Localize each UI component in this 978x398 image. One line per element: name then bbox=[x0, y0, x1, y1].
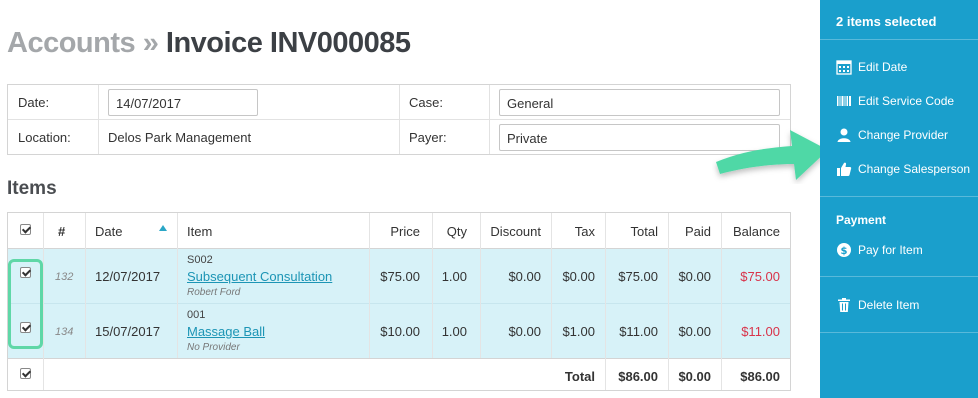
row-date: 15/07/2017 bbox=[95, 324, 161, 339]
row-id: 132 bbox=[55, 271, 74, 283]
column-divider bbox=[668, 213, 669, 390]
row-total: $11.00 bbox=[619, 324, 658, 339]
user-icon bbox=[837, 128, 851, 142]
item-link[interactable]: Subsequent Consultation bbox=[187, 269, 332, 284]
thumbs-up-icon bbox=[837, 162, 852, 176]
item-provider: Robert Ford bbox=[187, 287, 241, 298]
row-tax: $1.00 bbox=[562, 324, 595, 339]
action-label: Change Salesperson bbox=[858, 162, 971, 176]
item-link[interactable]: Massage Ball bbox=[187, 324, 265, 339]
row-discount: $0.00 bbox=[508, 269, 541, 284]
table-footer bbox=[8, 358, 790, 390]
action-label: Edit Date bbox=[858, 60, 908, 74]
trash-icon bbox=[838, 298, 850, 312]
column-header-item[interactable]: Item bbox=[187, 224, 212, 239]
column-divider bbox=[721, 213, 722, 390]
column-divider bbox=[369, 213, 370, 358]
selection-count: 2 items selected bbox=[836, 14, 937, 29]
row-id: 134 bbox=[55, 326, 74, 338]
item-provider: No Provider bbox=[187, 342, 240, 353]
footer-total: $86.00 bbox=[618, 369, 658, 384]
payment-heading: Payment bbox=[836, 213, 887, 227]
breadcrumb-current: Invoice INV000085 bbox=[165, 27, 411, 59]
divider bbox=[820, 332, 978, 333]
date-label: Date: bbox=[18, 95, 50, 110]
items-heading: Items bbox=[7, 178, 57, 199]
row-balance: $75.00 bbox=[740, 269, 780, 284]
column-divider bbox=[605, 213, 606, 390]
row-paid: $0.00 bbox=[678, 269, 711, 284]
pointer-arrow-icon bbox=[716, 130, 828, 180]
column-header-total[interactable]: Total bbox=[631, 224, 658, 239]
breadcrumb-separator: » bbox=[142, 27, 159, 59]
row-paid: $0.00 bbox=[678, 324, 711, 339]
action-label: Edit Service Code bbox=[858, 94, 955, 108]
row-discount: $0.00 bbox=[508, 324, 541, 339]
action-label: Delete Item bbox=[858, 298, 920, 312]
column-divider bbox=[551, 213, 552, 358]
column-divider bbox=[432, 213, 433, 358]
divider bbox=[489, 85, 490, 154]
column-header-discount[interactable]: Discount bbox=[490, 224, 541, 239]
column-header-qty[interactable]: Qty bbox=[447, 224, 467, 239]
location-value: Delos Park Management bbox=[108, 130, 252, 145]
column-header-tax[interactable]: Tax bbox=[575, 224, 595, 239]
calendar-icon bbox=[836, 60, 852, 75]
row-qty: 1.00 bbox=[441, 269, 467, 284]
divider bbox=[820, 276, 978, 277]
column-header-price[interactable]: Price bbox=[390, 224, 420, 239]
page-title: Accounts » Invoice INV000085 bbox=[7, 27, 411, 60]
column-header-paid[interactable]: Paid bbox=[685, 224, 711, 239]
bulk-actions-panel: 2 items selected Edit Date Edit Service … bbox=[820, 0, 978, 398]
column-divider bbox=[480, 213, 481, 358]
select-all-checkbox[interactable] bbox=[20, 224, 31, 235]
column-header-number: # bbox=[58, 224, 66, 239]
action-label: Pay for Item bbox=[858, 243, 923, 257]
breadcrumb-accounts[interactable]: Accounts bbox=[7, 27, 136, 59]
location-label: Location: bbox=[18, 130, 71, 145]
column-divider bbox=[177, 213, 178, 358]
case-input[interactable]: General bbox=[499, 89, 780, 116]
selection-highlight bbox=[8, 259, 43, 349]
item-code: S002 bbox=[187, 254, 213, 266]
barcode-icon bbox=[837, 96, 851, 106]
divider bbox=[820, 39, 978, 40]
column-divider bbox=[43, 213, 44, 390]
divider bbox=[820, 196, 978, 197]
dollar-coin-icon: $ bbox=[837, 243, 851, 257]
svg-text:$: $ bbox=[841, 246, 848, 257]
row-tax: $0.00 bbox=[562, 269, 595, 284]
items-table: # Date Item Price Qty Discount Tax Total… bbox=[7, 212, 791, 391]
row-balance: $11.00 bbox=[741, 324, 780, 339]
invoice-details: Date: 14/07/2017 Case: General Location:… bbox=[7, 84, 791, 155]
item-code: 001 bbox=[187, 309, 206, 321]
column-divider bbox=[85, 213, 86, 358]
row-date: 12/07/2017 bbox=[95, 269, 161, 284]
payer-label: Payer: bbox=[409, 130, 447, 145]
footer-checkbox[interactable] bbox=[20, 368, 31, 379]
date-input[interactable]: 14/07/2017 bbox=[108, 89, 258, 116]
sort-ascending-icon[interactable] bbox=[159, 225, 167, 231]
row-price: $10.00 bbox=[380, 324, 420, 339]
column-header-balance[interactable]: Balance bbox=[733, 224, 780, 239]
footer-paid: $0.00 bbox=[678, 369, 711, 384]
divider bbox=[98, 85, 99, 154]
action-label: Change Provider bbox=[858, 128, 949, 142]
case-label: Case: bbox=[409, 95, 443, 110]
row-price: $75.00 bbox=[380, 269, 420, 284]
column-header-date[interactable]: Date bbox=[95, 224, 122, 239]
row-qty: 1.00 bbox=[441, 324, 467, 339]
footer-balance: $86.00 bbox=[740, 369, 780, 384]
row-total: $75.00 bbox=[618, 269, 658, 284]
divider bbox=[399, 85, 400, 154]
footer-total-label: Total bbox=[564, 369, 595, 384]
